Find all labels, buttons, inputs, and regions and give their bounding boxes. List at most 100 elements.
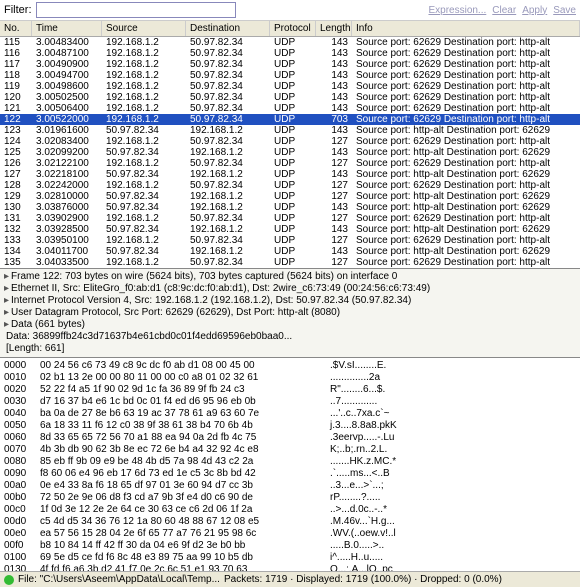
col-protocol[interactable]: Protocol xyxy=(270,21,316,36)
hex-row[interactable]: 0040ba 0a de 27 8e b6 63 19 ac 37 78 61 … xyxy=(4,408,576,420)
detail-line[interactable]: ▸Frame 122: 703 bytes on wire (5624 bits… xyxy=(4,271,576,283)
hex-bytes: 8d 33 65 65 72 56 70 a1 88 ea 94 0a 2d f… xyxy=(40,432,330,444)
hex-offset: 0130 xyxy=(4,564,40,571)
table-row[interactable]: 1233.0196160050.97.82.34192.168.1.2UDP14… xyxy=(0,125,580,136)
col-destination[interactable]: Destination xyxy=(186,21,270,36)
table-row[interactable]: 1163.00487100192.168.1.250.97.82.34UDP14… xyxy=(0,48,580,59)
table-row[interactable]: 1343.0401170050.97.82.34192.168.1.2UDP14… xyxy=(0,246,580,257)
cell-time: 3.02083400 xyxy=(32,136,102,147)
table-row[interactable]: 1153.00483400192.168.1.250.97.82.34UDP14… xyxy=(0,37,580,48)
hex-offset: 0090 xyxy=(4,468,40,480)
hex-row[interactable]: 010069 5e d5 ce fd f6 8c 48 e3 89 75 aa … xyxy=(4,552,576,564)
table-row[interactable]: 1193.00498600192.168.1.250.97.82.34UDP14… xyxy=(0,81,580,92)
table-row[interactable]: 1323.0392850050.97.82.34192.168.1.2UDP14… xyxy=(0,224,580,235)
detail-line[interactable]: ▸Internet Protocol Version 4, Src: 192.1… xyxy=(4,295,576,307)
cell-src: 192.168.1.2 xyxy=(102,103,186,114)
cell-info: Source port: http-alt Destination port: … xyxy=(352,191,580,202)
expand-icon[interactable]: ▸ xyxy=(4,283,9,294)
hex-offset: 00b0 xyxy=(4,492,40,504)
cell-time: 3.03876000 xyxy=(32,202,102,213)
cell-time: 3.00494700 xyxy=(32,70,102,81)
cell-no: 122 xyxy=(0,114,32,125)
filter-toolbar: Filter: Expression... Clear Apply Save xyxy=(0,0,580,21)
cell-dst: 192.168.1.2 xyxy=(186,191,270,202)
cell-no: 135 xyxy=(0,257,32,268)
hex-row[interactable]: 00c01f 0d 3e 12 2e 2e 64 ce 30 63 ce c6 … xyxy=(4,504,576,516)
table-row[interactable]: 1273.0221810050.97.82.34192.168.1.2UDP14… xyxy=(0,169,580,180)
expression-link[interactable]: Expression... xyxy=(428,5,486,16)
table-row[interactable]: 1213.00506400192.168.1.250.97.82.34UDP14… xyxy=(0,103,580,114)
hex-row[interactable]: 00506a 18 33 11 f6 12 c0 38 9f 38 61 38 … xyxy=(4,420,576,432)
table-row[interactable]: 1353.04033500192.168.1.250.97.82.34UDP12… xyxy=(0,257,580,268)
save-link[interactable]: Save xyxy=(553,5,576,16)
cell-no: 134 xyxy=(0,246,32,257)
detail-line[interactable]: ▸User Datagram Protocol, Src Port: 62629… xyxy=(4,307,576,319)
cell-proto: UDP xyxy=(270,213,316,224)
filter-input[interactable] xyxy=(36,2,236,18)
packet-list[interactable]: No. Time Source Destination Protocol Len… xyxy=(0,21,580,269)
hex-ascii: ...'..c..7xa.c`~ xyxy=(330,408,576,420)
table-row[interactable]: 1173.00490900192.168.1.250.97.82.34UDP14… xyxy=(0,59,580,70)
hex-pane[interactable]: 000000 24 56 c6 73 49 c8 9c dc f0 ab d1 … xyxy=(0,358,580,571)
hex-row[interactable]: 00d0c5 4d d5 34 36 76 12 1a 80 60 48 88 … xyxy=(4,516,576,528)
hex-row[interactable]: 00a00e e4 33 8a f6 18 65 df 97 01 3e 60 … xyxy=(4,480,576,492)
cell-dst: 50.97.82.34 xyxy=(186,180,270,191)
table-row[interactable]: 1243.02083400192.168.1.250.97.82.34UDP12… xyxy=(0,136,580,147)
hex-offset: 0050 xyxy=(4,420,40,432)
hex-row[interactable]: 008085 eb ff 9b 09 e9 be 48 4b d5 7a 98 … xyxy=(4,456,576,468)
cell-len: 143 xyxy=(316,81,352,92)
detail-line[interactable]: Data: 36899ffb24c3d71637b4e61cbd0c01f4ed… xyxy=(4,331,576,343)
detail-line[interactable]: [Length: 661] xyxy=(4,343,576,355)
hex-row[interactable]: 0030d7 16 37 b4 e6 1c bd 0c 01 f4 ed d6 … xyxy=(4,396,576,408)
cell-src: 50.97.82.34 xyxy=(102,246,186,257)
table-row[interactable]: 1183.00494700192.168.1.250.97.82.34UDP14… xyxy=(0,70,580,81)
detail-line[interactable]: ▸Data (661 bytes) xyxy=(4,319,576,331)
table-row[interactable]: 1333.03950100192.168.1.250.97.82.34UDP12… xyxy=(0,235,580,246)
hex-bytes: 85 eb ff 9b 09 e9 be 48 4b d5 7a 98 4d 4… xyxy=(40,456,330,468)
cell-time: 3.00502500 xyxy=(32,92,102,103)
table-row[interactable]: 1283.02242000192.168.1.250.97.82.34UDP12… xyxy=(0,180,580,191)
table-row[interactable]: 1263.02122100192.168.1.250.97.82.34UDP12… xyxy=(0,158,580,169)
cell-proto: UDP xyxy=(270,48,316,59)
expand-icon[interactable]: ▸ xyxy=(4,271,9,282)
cell-len: 143 xyxy=(316,202,352,213)
cell-proto: UDP xyxy=(270,92,316,103)
cell-info: Source port: 62629 Destination port: htt… xyxy=(352,257,580,268)
detail-line[interactable]: ▸Ethernet II, Src: EliteGro_f0:ab:d1 (c8… xyxy=(4,283,576,295)
col-source[interactable]: Source xyxy=(102,21,186,36)
apply-link[interactable]: Apply xyxy=(522,5,547,16)
col-no[interactable]: No. xyxy=(0,21,32,36)
col-info[interactable]: Info xyxy=(352,21,580,36)
clear-link[interactable]: Clear xyxy=(492,5,516,16)
cell-dst: 192.168.1.2 xyxy=(186,202,270,213)
hex-row[interactable]: 0090f8 60 06 e4 96 eb 17 6d 73 ed 1e c5 … xyxy=(4,468,576,480)
hex-bytes: 0e e4 33 8a f6 18 65 df 97 01 3e 60 94 d… xyxy=(40,480,330,492)
hex-bytes: d7 16 37 b4 e6 1c bd 0c 01 f4 ed d6 95 9… xyxy=(40,396,330,408)
cell-dst: 50.97.82.34 xyxy=(186,257,270,268)
col-time[interactable]: Time xyxy=(32,21,102,36)
hex-row[interactable]: 000000 24 56 c6 73 49 c8 9c dc f0 ab d1 … xyxy=(4,360,576,372)
packet-details[interactable]: ▸Frame 122: 703 bytes on wire (5624 bits… xyxy=(0,269,580,358)
hex-row[interactable]: 002052 22 f4 a5 1f 90 02 9d 1c fa 36 89 … xyxy=(4,384,576,396)
hex-row[interactable]: 00704b 3b db 90 62 3b 8e ec 72 6e b4 a4 … xyxy=(4,444,576,456)
cell-proto: UDP xyxy=(270,114,316,125)
expand-icon[interactable]: ▸ xyxy=(4,319,9,330)
table-row[interactable]: 1203.00502500192.168.1.250.97.82.34UDP14… xyxy=(0,92,580,103)
hex-ascii: .....B.0.....>.. xyxy=(330,540,576,552)
hex-row[interactable]: 00e0ea 57 56 15 28 04 2e 6f 65 77 a7 76 … xyxy=(4,528,576,540)
cell-proto: UDP xyxy=(270,103,316,114)
expand-icon[interactable]: ▸ xyxy=(4,307,9,318)
table-row[interactable]: 1253.0209920050.97.82.34192.168.1.2UDP14… xyxy=(0,147,580,158)
expand-icon[interactable]: ▸ xyxy=(4,295,9,306)
table-row[interactable]: 1303.0387600050.97.82.34192.168.1.2UDP14… xyxy=(0,202,580,213)
table-row[interactable]: 1223.00522000192.168.1.250.97.82.34UDP70… xyxy=(0,114,580,125)
hex-row[interactable]: 001002 b1 13 2e 00 00 80 11 00 00 c0 a8 … xyxy=(4,372,576,384)
hex-row[interactable]: 00608d 33 65 65 72 56 70 a1 88 ea 94 0a … xyxy=(4,432,576,444)
cell-src: 192.168.1.2 xyxy=(102,48,186,59)
hex-row[interactable]: 00b072 50 2e 9e 06 d8 f3 cd a7 9b 3f e4 … xyxy=(4,492,576,504)
table-row[interactable]: 1293.0281000050.97.82.34192.168.1.2UDP12… xyxy=(0,191,580,202)
hex-row[interactable]: 00f0b8 10 84 14 ff 42 ff 30 da 04 e6 9f … xyxy=(4,540,576,552)
hex-row[interactable]: 01304f fd f6 a6 3b d2 41 f7 0e 2c 6c 51 … xyxy=(4,564,576,571)
col-length[interactable]: Length xyxy=(316,21,352,36)
table-row[interactable]: 1313.03902900192.168.1.250.97.82.34UDP12… xyxy=(0,213,580,224)
